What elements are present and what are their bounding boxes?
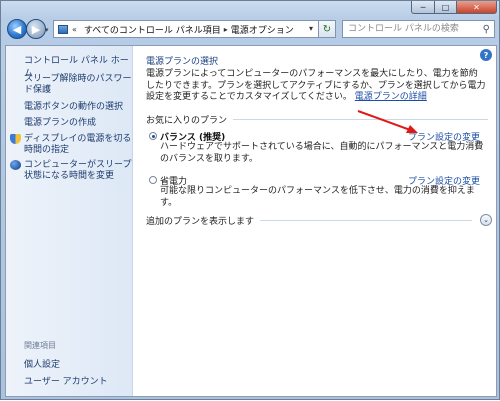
related-heading: 関連項目 <box>24 341 56 350</box>
display-shield-icon <box>10 134 21 144</box>
search-input[interactable]: コントロール パネルの検索 ⚲ <box>342 20 495 38</box>
control-panel-icon <box>58 24 68 34</box>
refresh-button[interactable]: ↻ <box>318 20 336 38</box>
plan-power-saver-description: 可能な限りコンピューターのパフォーマンスを低下させ、電力の消費を抑えます。 <box>160 186 475 208</box>
content-area: コントロール パネル ホーム スリープ解除時のパスワード保護 電源ボタンの動作の… <box>5 45 497 397</box>
breadcrumb-power-options[interactable]: 電源オプション <box>231 23 294 36</box>
address-bar[interactable]: « すべてのコントロール パネル項目 ▸ 電源オプション ▾ <box>53 20 336 38</box>
favorites-section-heading: お気に入りのプラン <box>146 113 488 126</box>
section-divider <box>233 119 488 120</box>
more-plans-label[interactable]: 追加のプランを表示します <box>146 214 254 227</box>
sidebar-link-create-plan[interactable]: 電源プランの作成 <box>24 118 132 129</box>
sidebar-link-sleep-time[interactable]: コンピューターがスリープ状態になる時間を変更 <box>24 160 132 182</box>
search-icon[interactable]: ⚲ <box>483 22 490 38</box>
main-pane: ? 電源プランの選択 電源プランによってコンピューターのパフォーマンスを最大にし… <box>146 46 496 396</box>
window-controls: ─ □ ✕ <box>411 1 497 15</box>
maximize-button[interactable]: □ <box>435 1 457 14</box>
sleep-shield-icon <box>10 160 21 170</box>
address-dropdown-icon[interactable]: ▾ <box>309 24 313 33</box>
back-button[interactable]: ◀ <box>7 19 27 39</box>
window-frame: ─ □ ✕ ◀ ▶ ▾ « すべてのコントロール パネル項目 ▸ 電源オプション… <box>0 0 500 400</box>
description-text: 電源プランによってコンピューターのパフォーマンスを最大にしたり、電力を節約したり… <box>146 69 486 102</box>
sidebar-link-personalization[interactable]: 個人設定 <box>24 357 60 370</box>
plan-balanced-description: ハードウェアでサポートされている場合に、自動的にパフォーマンスと電力消費のバラン… <box>160 142 484 164</box>
sidebar: コントロール パネル ホーム スリープ解除時のパスワード保護 電源ボタンの動作の… <box>6 46 133 396</box>
search-placeholder: コントロール パネルの検索 <box>348 24 459 34</box>
section-divider <box>260 220 472 221</box>
breadcrumb-all-items[interactable]: すべてのコントロール パネル項目 <box>84 23 221 36</box>
breadcrumb-separator-icon[interactable]: ▸ <box>224 25 228 34</box>
sidebar-link-wake-password[interactable]: スリープ解除時のパスワード保護 <box>24 74 132 96</box>
history-dropdown-icon[interactable]: ▾ <box>45 26 49 34</box>
minimize-button[interactable]: ─ <box>411 1 435 14</box>
sidebar-link-power-buttons[interactable]: 電源ボタンの動作の選択 <box>24 102 132 113</box>
chevron-down-icon[interactable]: ⌄ <box>480 214 492 226</box>
forward-button[interactable]: ▶ <box>26 19 46 39</box>
plan-balanced-radio[interactable] <box>149 132 157 140</box>
power-plan-details-link[interactable]: 電源プランの詳細 <box>355 92 427 102</box>
plan-power-saver-radio[interactable] <box>149 176 157 184</box>
title-bar: ─ □ ✕ <box>1 1 500 15</box>
close-button[interactable]: ✕ <box>457 1 497 14</box>
page-title: 電源プランの選択 <box>146 57 219 67</box>
sidebar-link-user-accounts[interactable]: ユーザー アカウント <box>24 374 108 387</box>
page-description: 電源プランによってコンピューターのパフォーマンスを最大にしたり、電力を節約したり… <box>146 69 486 104</box>
more-plans-toggle[interactable]: 追加のプランを表示します <box>146 214 472 227</box>
favorites-heading-label: お気に入りのプラン <box>146 116 228 126</box>
navigation-bar: ◀ ▶ ▾ « すべてのコントロール パネル項目 ▸ 電源オプション ▾ ↻ コ… <box>1 16 500 44</box>
help-icon[interactable]: ? <box>480 49 492 61</box>
sidebar-link-display-off[interactable]: ディスプレイの電源を切る時間の指定 <box>24 134 132 156</box>
address-overflow-icon[interactable]: « <box>72 25 77 34</box>
